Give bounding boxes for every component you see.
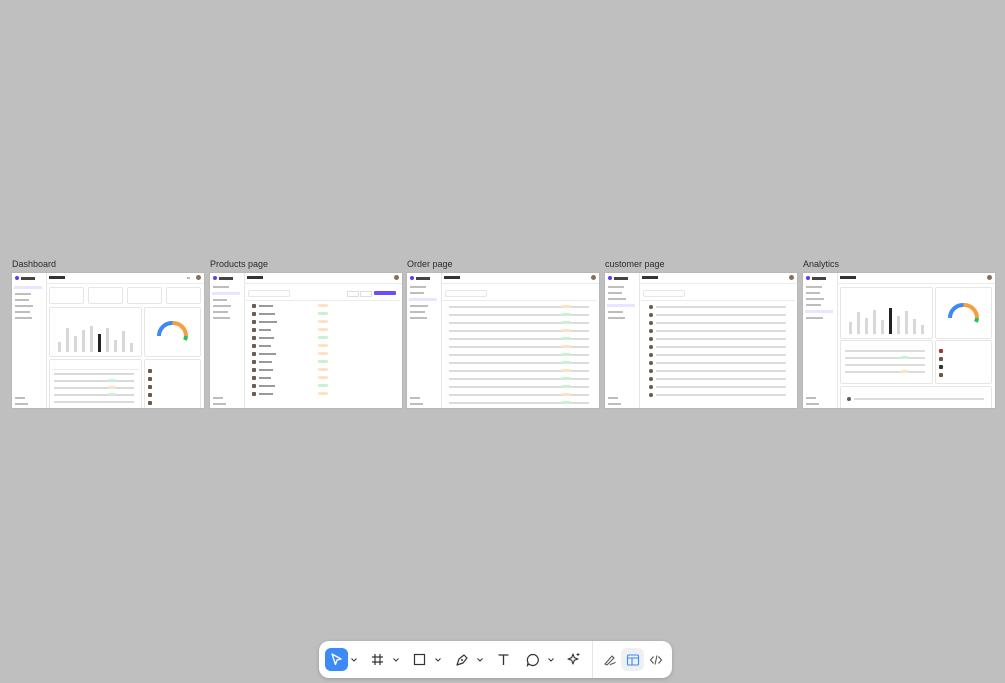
frame-title-analytics[interactable]: Analytics	[803, 259, 839, 269]
chevron-down-icon	[477, 657, 483, 662]
frame-tool-button[interactable]	[366, 648, 389, 671]
speech-bubble-icon	[526, 653, 539, 667]
comment-tool-dropdown[interactable]	[548, 657, 554, 662]
frame-orders[interactable]	[407, 273, 599, 408]
frame-analytics[interactable]	[803, 273, 995, 408]
layout-panel-icon	[626, 653, 639, 666]
pen-tool-button[interactable]	[450, 648, 473, 671]
shape-tool-button[interactable]	[408, 648, 431, 671]
frame-dashboard[interactable]	[12, 273, 204, 408]
frame-tool-dropdown[interactable]	[393, 657, 399, 662]
draw-mode-button[interactable]	[598, 648, 621, 671]
rectangle-icon	[413, 653, 426, 666]
move-tool-button[interactable]	[325, 648, 348, 671]
frame-products[interactable]	[210, 273, 402, 408]
dev-mode-button[interactable]	[644, 648, 667, 671]
code-brackets-icon	[649, 654, 662, 665]
pen-nib-icon	[455, 653, 468, 666]
frame-title-dashboard[interactable]: Dashboard	[12, 259, 56, 269]
frame-title-orders[interactable]: Order page	[407, 259, 453, 269]
move-tool-dropdown[interactable]	[351, 657, 357, 662]
chevron-down-icon	[435, 657, 441, 662]
frame-title-products[interactable]: Products page	[210, 259, 268, 269]
bottom-toolbar	[319, 641, 672, 678]
text-tool-button[interactable]	[492, 648, 515, 671]
text-t-icon	[498, 654, 509, 665]
logo-icon	[15, 276, 19, 280]
pencil-scribble-icon	[603, 654, 616, 666]
sparkle-icon	[567, 653, 580, 665]
chevron-down-icon	[351, 657, 357, 662]
design-mode-button[interactable]	[621, 648, 644, 671]
frame-hash-icon	[372, 654, 383, 665]
pen-tool-dropdown[interactable]	[477, 657, 483, 662]
chevron-down-icon	[393, 657, 399, 662]
actions-tool-button[interactable]	[562, 648, 585, 671]
sidebar	[12, 273, 47, 408]
frame-title-customers[interactable]: customer page	[605, 259, 665, 269]
frame-customers[interactable]	[605, 273, 797, 408]
avatar	[196, 275, 201, 280]
cursor-arrow-icon	[331, 653, 342, 666]
shape-tool-dropdown[interactable]	[435, 657, 441, 662]
chevron-down-icon	[548, 657, 554, 662]
comment-tool-button[interactable]	[521, 648, 544, 671]
